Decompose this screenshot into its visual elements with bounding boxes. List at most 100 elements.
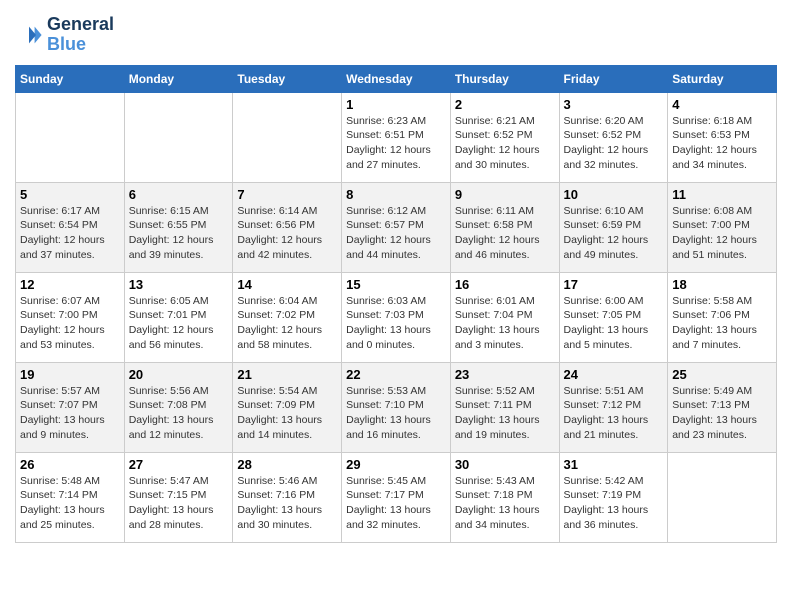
day-info: Sunrise: 6:01 AMSunset: 7:04 PMDaylight:… — [455, 294, 555, 353]
day-number: 6 — [129, 187, 229, 202]
day-info: Sunrise: 6:08 AMSunset: 7:00 PMDaylight:… — [672, 204, 772, 263]
calendar-cell: 20 Sunrise: 5:56 AMSunset: 7:08 PMDayligh… — [124, 362, 233, 452]
calendar-cell: 10 Sunrise: 6:10 AMSunset: 6:59 PMDayligh… — [559, 182, 668, 272]
calendar-cell — [124, 92, 233, 182]
day-number: 18 — [672, 277, 772, 292]
calendar-cell: 9 Sunrise: 6:11 AMSunset: 6:58 PMDaylight… — [450, 182, 559, 272]
day-number: 14 — [237, 277, 337, 292]
day-info: Sunrise: 5:54 AMSunset: 7:09 PMDaylight:… — [237, 384, 337, 443]
logo: General Blue — [15, 15, 114, 55]
calendar-cell: 8Sunrise: 6:12 AMSunset: 6:57 PMDaylight… — [342, 182, 451, 272]
day-number: 12 — [20, 277, 120, 292]
day-number: 24 — [564, 367, 664, 382]
calendar-cell — [16, 92, 125, 182]
header-cell-friday: Friday — [559, 65, 668, 92]
calendar-cell — [668, 452, 777, 542]
day-number: 7 — [237, 187, 337, 202]
day-number: 4 — [672, 97, 772, 112]
page-header: General Blue — [15, 15, 777, 55]
calendar-cell: 29 Sunrise: 5:45 AMSunset: 7:17 PMDayligh… — [342, 452, 451, 542]
day-number: 3 — [564, 97, 664, 112]
day-number: 23 — [455, 367, 555, 382]
calendar-cell: 2 Sunrise: 6:21 AMSunset: 6:52 PMDaylight… — [450, 92, 559, 182]
header-row: SundayMondayTuesdayWednesdayThursdayFrid… — [16, 65, 777, 92]
calendar-cell: 13Sunrise: 6:05 AMSunset: 7:01 PMDayligh… — [124, 272, 233, 362]
calendar-cell: 24 Sunrise: 5:51 AMSunset: 7:12 PMDayligh… — [559, 362, 668, 452]
day-number: 30 — [455, 457, 555, 472]
day-info: Sunrise: 6:15 AMSunset: 6:55 PMDaylight:… — [129, 204, 229, 263]
day-number: 13 — [129, 277, 229, 292]
day-number: 1 — [346, 97, 446, 112]
day-number: 27 — [129, 457, 229, 472]
day-info: Sunrise: 6:07 AMSunset: 7:00 PMDaylight:… — [20, 294, 120, 353]
calendar-cell: 28 Sunrise: 5:46 AMSunset: 7:16 PMDayligh… — [233, 452, 342, 542]
calendar-cell: 22Sunrise: 5:53 AMSunset: 7:10 PMDayligh… — [342, 362, 451, 452]
day-info: Sunrise: 5:52 AMSunset: 7:11 PMDaylight:… — [455, 384, 555, 443]
day-info: Sunrise: 6:10 AMSunset: 6:59 PMDaylight:… — [564, 204, 664, 263]
calendar-cell: 12 Sunrise: 6:07 AMSunset: 7:00 PMDayligh… — [16, 272, 125, 362]
day-number: 8 — [346, 187, 446, 202]
day-number: 9 — [455, 187, 555, 202]
calendar-week-row: 26Sunrise: 5:48 AMSunset: 7:14 PMDayligh… — [16, 452, 777, 542]
calendar-cell: 1Sunrise: 6:23 AMSunset: 6:51 PMDaylight… — [342, 92, 451, 182]
day-info: Sunrise: 5:57 AMSunset: 7:07 PMDaylight:… — [20, 384, 120, 443]
day-number: 2 — [455, 97, 555, 112]
day-info: Sunrise: 5:48 AMSunset: 7:14 PMDaylight:… — [20, 474, 120, 533]
calendar-header: SundayMondayTuesdayWednesdayThursdayFrid… — [16, 65, 777, 92]
header-cell-thursday: Thursday — [450, 65, 559, 92]
calendar-cell: 14 Sunrise: 6:04 AMSunset: 7:02 PMDayligh… — [233, 272, 342, 362]
calendar-cell: 23 Sunrise: 5:52 AMSunset: 7:11 PMDayligh… — [450, 362, 559, 452]
day-info: Sunrise: 6:11 AMSunset: 6:58 PMDaylight:… — [455, 204, 555, 263]
calendar-cell: 4 Sunrise: 6:18 AMSunset: 6:53 PMDaylight… — [668, 92, 777, 182]
day-info: Sunrise: 6:18 AMSunset: 6:53 PMDaylight:… — [672, 114, 772, 173]
day-info: Sunrise: 5:58 AMSunset: 7:06 PMDaylight:… — [672, 294, 772, 353]
day-info: Sunrise: 5:46 AMSunset: 7:16 PMDaylight:… — [237, 474, 337, 533]
calendar-week-row: 1Sunrise: 6:23 AMSunset: 6:51 PMDaylight… — [16, 92, 777, 182]
day-number: 31 — [564, 457, 664, 472]
day-number: 16 — [455, 277, 555, 292]
calendar-week-row: 12 Sunrise: 6:07 AMSunset: 7:00 PMDayligh… — [16, 272, 777, 362]
day-info: Sunrise: 6:17 AMSunset: 6:54 PMDaylight:… — [20, 204, 120, 263]
calendar-cell: 5 Sunrise: 6:17 AMSunset: 6:54 PMDaylight… — [16, 182, 125, 272]
day-number: 17 — [564, 277, 664, 292]
day-info: Sunrise: 6:20 AMSunset: 6:52 PMDaylight:… — [564, 114, 664, 173]
header-cell-tuesday: Tuesday — [233, 65, 342, 92]
day-number: 15 — [346, 277, 446, 292]
day-number: 5 — [20, 187, 120, 202]
day-info: Sunrise: 5:51 AMSunset: 7:12 PMDaylight:… — [564, 384, 664, 443]
calendar-cell: 7 Sunrise: 6:14 AMSunset: 6:56 PMDaylight… — [233, 182, 342, 272]
day-info: Sunrise: 6:04 AMSunset: 7:02 PMDaylight:… — [237, 294, 337, 353]
day-number: 10 — [564, 187, 664, 202]
calendar-cell: 26Sunrise: 5:48 AMSunset: 7:14 PMDayligh… — [16, 452, 125, 542]
logo-text: General Blue — [47, 15, 114, 55]
logo-icon — [15, 21, 43, 49]
calendar-cell: 6 Sunrise: 6:15 AMSunset: 6:55 PMDaylight… — [124, 182, 233, 272]
day-info: Sunrise: 6:21 AMSunset: 6:52 PMDaylight:… — [455, 114, 555, 173]
calendar-cell: 30 Sunrise: 5:43 AMSunset: 7:18 PMDayligh… — [450, 452, 559, 542]
day-number: 19 — [20, 367, 120, 382]
calendar-cell: 25Sunrise: 5:49 AMSunset: 7:13 PMDayligh… — [668, 362, 777, 452]
calendar-week-row: 5 Sunrise: 6:17 AMSunset: 6:54 PMDaylight… — [16, 182, 777, 272]
header-cell-monday: Monday — [124, 65, 233, 92]
day-info: Sunrise: 6:00 AMSunset: 7:05 PMDaylight:… — [564, 294, 664, 353]
day-number: 22 — [346, 367, 446, 382]
calendar-cell: 15Sunrise: 6:03 AMSunset: 7:03 PMDayligh… — [342, 272, 451, 362]
calendar-cell: 21 Sunrise: 5:54 AMSunset: 7:09 PMDayligh… — [233, 362, 342, 452]
day-number: 20 — [129, 367, 229, 382]
day-number: 25 — [672, 367, 772, 382]
header-cell-saturday: Saturday — [668, 65, 777, 92]
header-cell-wednesday: Wednesday — [342, 65, 451, 92]
calendar-cell: 27Sunrise: 5:47 AMSunset: 7:15 PMDayligh… — [124, 452, 233, 542]
calendar-body: 1Sunrise: 6:23 AMSunset: 6:51 PMDaylight… — [16, 92, 777, 542]
day-info: Sunrise: 5:56 AMSunset: 7:08 PMDaylight:… — [129, 384, 229, 443]
day-info: Sunrise: 5:43 AMSunset: 7:18 PMDaylight:… — [455, 474, 555, 533]
day-number: 28 — [237, 457, 337, 472]
calendar-table: SundayMondayTuesdayWednesdayThursdayFrid… — [15, 65, 777, 543]
calendar-cell: 16 Sunrise: 6:01 AMSunset: 7:04 PMDayligh… — [450, 272, 559, 362]
day-number: 29 — [346, 457, 446, 472]
day-info: Sunrise: 6:14 AMSunset: 6:56 PMDaylight:… — [237, 204, 337, 263]
calendar-cell: 3 Sunrise: 6:20 AMSunset: 6:52 PMDaylight… — [559, 92, 668, 182]
day-info: Sunrise: 5:45 AMSunset: 7:17 PMDaylight:… — [346, 474, 446, 533]
calendar-cell — [233, 92, 342, 182]
day-number: 21 — [237, 367, 337, 382]
